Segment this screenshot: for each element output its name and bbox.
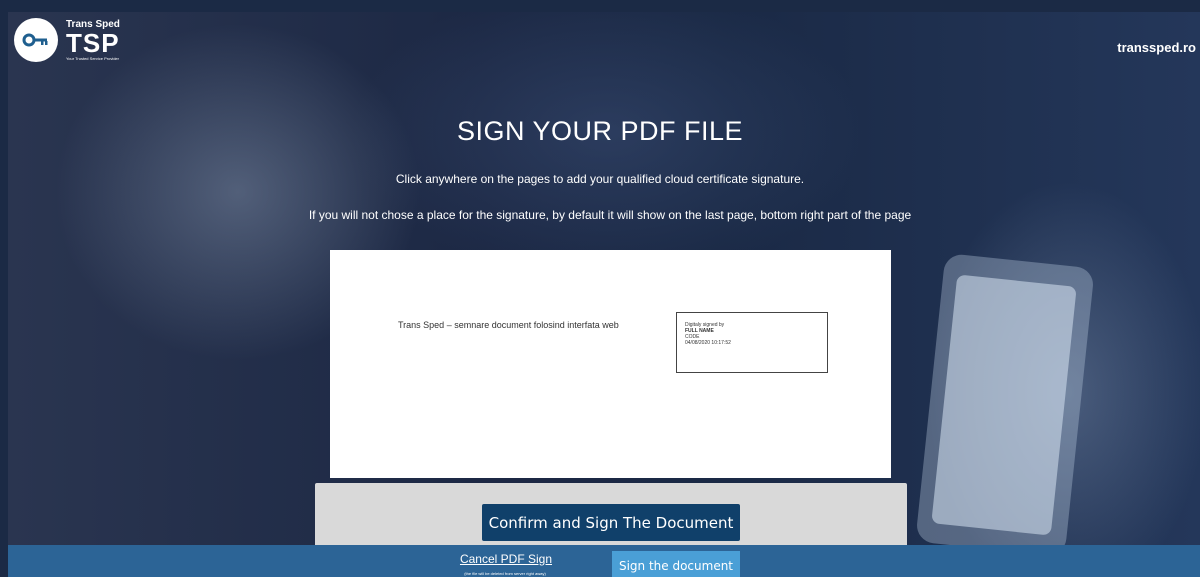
site-link[interactable]: transsped.ro bbox=[1117, 40, 1196, 55]
pdf-document-text: Trans Sped – semnare document folosind i… bbox=[398, 320, 619, 330]
default-placement-note: If you will not chose a place for the si… bbox=[308, 208, 912, 222]
logo-text: Trans Sped TSP Your Trusted Service Prov… bbox=[66, 19, 120, 61]
logo-tagline: Your Trusted Service Provider bbox=[66, 55, 119, 61]
sign-document-button[interactable]: Sign the document bbox=[612, 551, 740, 577]
confirm-sign-button[interactable]: Confirm and Sign The Document bbox=[482, 504, 740, 541]
pdf-page-preview[interactable]: Trans Sped – semnare document folosind i… bbox=[330, 250, 891, 478]
bottom-bar bbox=[8, 545, 1200, 577]
signature-line-date: 04/08/2020 10:17:52 bbox=[685, 340, 731, 346]
key-icon bbox=[14, 18, 58, 62]
logo[interactable]: Trans Sped TSP Your Trusted Service Prov… bbox=[14, 18, 120, 62]
instruction-text: Click anywhere on the pages to add your … bbox=[395, 172, 805, 186]
logo-brand-big: TSP bbox=[66, 27, 120, 58]
cancel-note: (the file will be deleted from server ri… bbox=[464, 571, 546, 576]
cancel-pdf-sign-link[interactable]: Cancel PDF Sign bbox=[446, 552, 566, 566]
page-title: SIGN YOUR PDF FILE bbox=[456, 116, 744, 146]
signature-box[interactable]: Digitaly signed by FULL NAME CODE 04/08/… bbox=[676, 312, 828, 373]
